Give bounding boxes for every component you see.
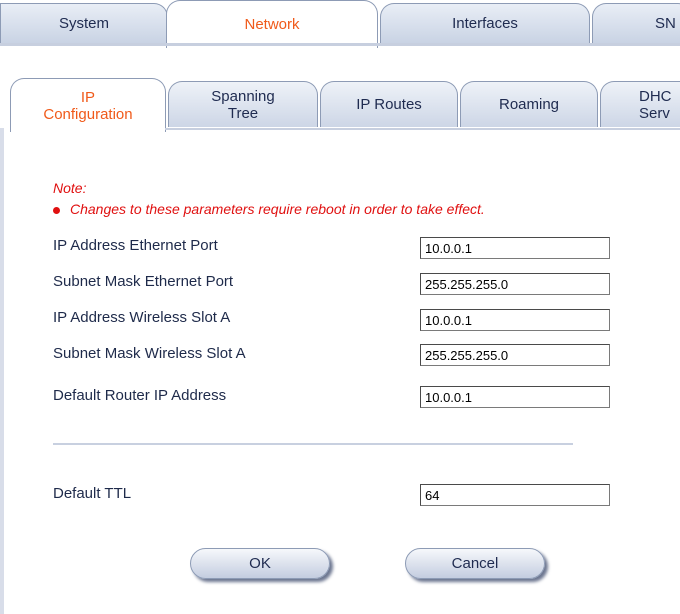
subtab-label-line2: Configuration <box>43 105 133 123</box>
ok-button[interactable]: OK <box>190 548 330 579</box>
default-ttl-input[interactable] <box>420 484 610 506</box>
tab-label: SN <box>655 15 676 32</box>
subtab-roaming[interactable]: Roaming <box>460 81 598 127</box>
subtab-label-line1: DHC <box>639 87 672 105</box>
note-text: Changes to these parameters require rebo… <box>70 201 485 217</box>
subtab-bar-divider <box>165 128 680 130</box>
subtab-label-line1: Spanning <box>211 87 275 105</box>
tab-label: System <box>58 15 109 32</box>
ip-address-ethernet-input[interactable] <box>420 237 610 259</box>
tab-bar-divider <box>0 43 680 46</box>
subnet-mask-ethernet-input[interactable] <box>420 273 610 295</box>
subtab-ip-routes[interactable]: IP Routes <box>320 81 458 127</box>
subtab-label-line2: Tree <box>227 104 259 122</box>
panel-left-border <box>0 128 4 614</box>
ok-button-label: OK <box>249 555 271 572</box>
label-ip-address-ethernet: IP Address Ethernet Port <box>53 237 218 254</box>
tab-snmp[interactable]: SN <box>592 3 680 43</box>
label-subnet-mask-ethernet: Subnet Mask Ethernet Port <box>53 273 234 290</box>
tab-label: Interfaces <box>452 15 518 32</box>
label-default-router: Default Router IP Address <box>53 387 227 404</box>
label-ip-address-wireless: IP Address Wireless Slot A <box>53 309 231 326</box>
subtab-label-line1: Roaming <box>498 96 560 113</box>
tab-interfaces[interactable]: Interfaces <box>380 3 590 43</box>
ip-address-wireless-input[interactable] <box>420 309 610 331</box>
tab-label: Network <box>244 16 300 33</box>
bullet-icon <box>53 207 60 214</box>
section-divider <box>53 443 573 445</box>
note-title: Note: <box>53 180 87 196</box>
cancel-button[interactable]: Cancel <box>405 548 545 579</box>
subnet-mask-wireless-input[interactable] <box>420 344 610 366</box>
cancel-button-label: Cancel <box>451 555 499 572</box>
label-default-ttl: Default TTL <box>53 485 132 502</box>
subtab-spanning-tree[interactable]: Spanning Tree <box>168 81 318 127</box>
default-router-input[interactable] <box>420 386 610 408</box>
tab-system[interactable]: System <box>0 3 168 43</box>
subtab-label-line1: IP <box>80 88 96 106</box>
subtab-label-line1: IP Routes <box>356 96 422 113</box>
subtab-dhcp-server[interactable]: DHC Serv <box>600 81 680 127</box>
subtab-ip-configuration[interactable]: IP Configuration <box>10 78 166 132</box>
subtab-label-line2: Serv <box>639 104 670 122</box>
label-subnet-mask-wireless: Subnet Mask Wireless Slot A <box>53 345 246 362</box>
tab-network[interactable]: Network <box>166 0 378 48</box>
